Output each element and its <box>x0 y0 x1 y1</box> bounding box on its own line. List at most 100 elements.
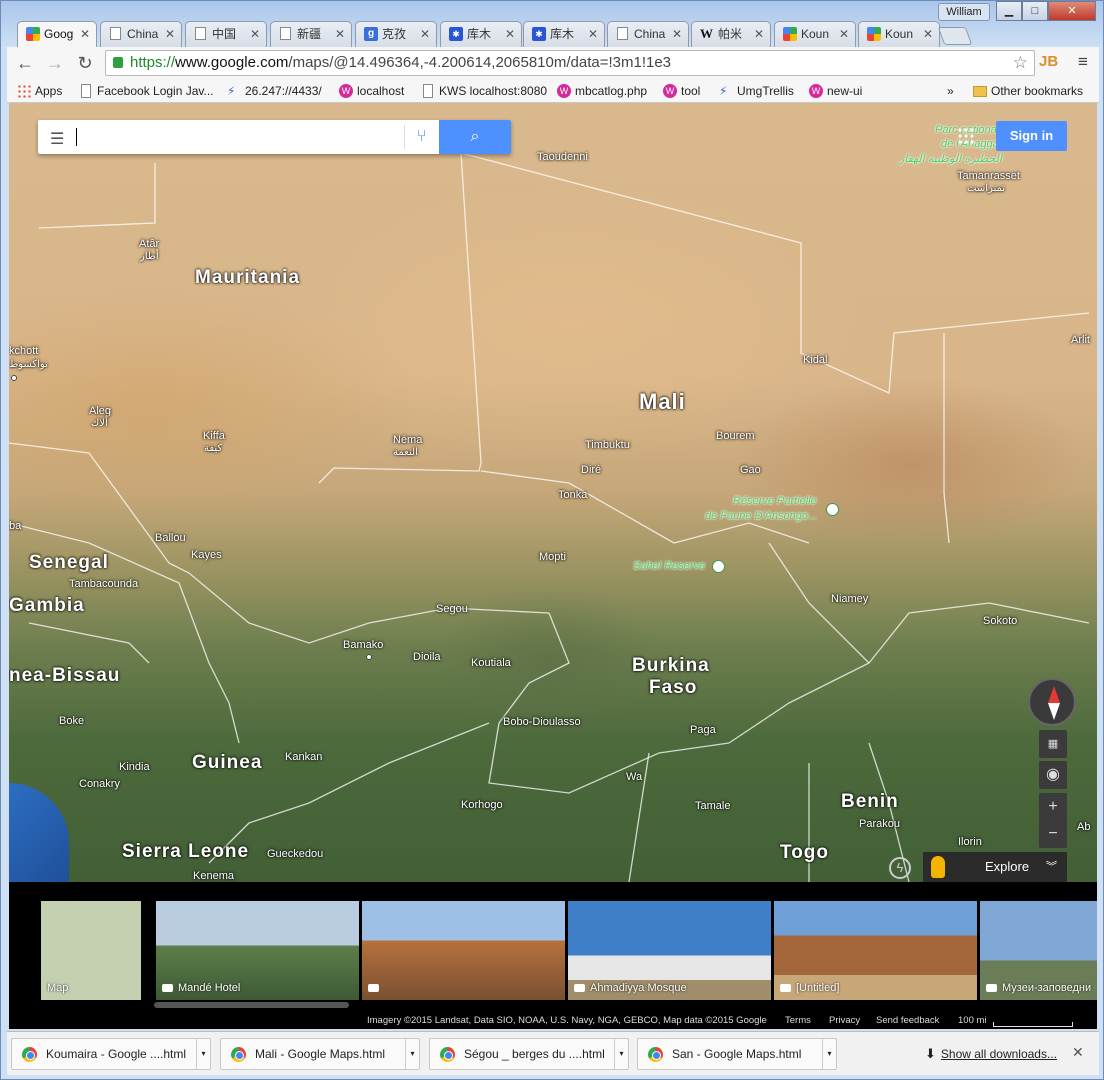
link-icon: ⚡ <box>719 84 728 98</box>
bookmark-tool[interactable]: Wtool <box>663 82 700 100</box>
address-bar[interactable]: https://www.google.com/maps/@14.496364,-… <box>105 50 1035 76</box>
layers-icon[interactable]: ▦ <box>1039 730 1067 758</box>
label-tambacounda: Tambacounda <box>69 578 139 590</box>
my-location-icon[interactable]: ◉ <box>1039 761 1067 789</box>
bookmark-mbcatlog[interactable]: Wmbcatlog.php <box>557 82 647 100</box>
maximize-button[interactable]: □ <box>1022 1 1048 21</box>
label-tonka: Tonka <box>558 489 588 501</box>
back-arrow-icon[interactable]: ← <box>13 51 37 75</box>
zoom-in-button[interactable]: + <box>1039 793 1067 821</box>
tab-china-2[interactable]: China ✕ <box>607 21 689 47</box>
close-tab-icon[interactable]: ✕ <box>420 22 430 46</box>
tab-label: 帕米 <box>718 27 743 41</box>
privacy-link[interactable]: Privacy <box>829 1013 860 1029</box>
label-togo: Togo <box>780 842 830 863</box>
bookmark-ip[interactable]: ⚡ 26.247://4433/ <box>227 82 322 100</box>
new-tab-button[interactable] <box>937 27 973 45</box>
tab-maps-active[interactable]: Goog ✕ <box>17 21 97 47</box>
close-downloads-bar-icon[interactable]: ✕ <box>1072 1044 1084 1061</box>
download-item[interactable]: Mali - Google Maps.html ▾ <box>220 1038 420 1070</box>
search-button[interactable]: ⌕ <box>439 120 511 154</box>
close-tab-icon[interactable]: ✕ <box>80 22 90 46</box>
close-tab-icon[interactable]: ✕ <box>672 22 682 46</box>
dropdown-arrow-icon[interactable]: ▾ <box>822 1039 836 1069</box>
close-tab-icon[interactable]: ✕ <box>754 22 764 46</box>
star-icon[interactable]: ☆ <box>1013 51 1028 75</box>
download-item[interactable]: Ségou _ berges du ....html ▾ <box>429 1038 629 1070</box>
bookmark-new-ui[interactable]: Wnew-ui <box>809 82 862 100</box>
terms-link[interactable]: Terms <box>785 1013 811 1029</box>
pegman-icon[interactable] <box>931 856 945 878</box>
photo-strip-scrollbar[interactable] <box>154 1002 349 1008</box>
tab-china[interactable]: China ✕ <box>100 21 182 47</box>
label-conakry: Conakry <box>79 778 120 790</box>
dropdown-arrow-icon[interactable]: ▾ <box>196 1039 210 1069</box>
explore-bar[interactable]: Explore ︾ <box>923 852 1067 882</box>
label-nema: Néma <box>393 434 423 446</box>
directions-icon[interactable]: ⑂ <box>404 125 438 149</box>
other-bookmarks[interactable]: Other bookmarks <box>973 82 1083 100</box>
thumbnail-mande-hotel[interactable]: Mandé Hotel <box>156 901 359 1000</box>
label-sahel-reserve: Sahel Reserve <box>633 560 706 572</box>
bookmarks-overflow[interactable]: » <box>947 82 954 100</box>
close-tab-icon[interactable]: ✕ <box>165 22 175 46</box>
chrome-icon <box>22 1047 37 1062</box>
forward-arrow-icon[interactable]: → <box>43 51 67 75</box>
tab-kumu-1[interactable]: ✱ 库木 ✕ <box>440 21 522 47</box>
browser-toolbar: ← → ↻ https://www.google.com/maps/@14.49… <box>7 47 1099 79</box>
download-item[interactable]: San - Google Maps.html ▾ <box>637 1038 837 1070</box>
city-dot <box>11 375 17 381</box>
label-park-ahaggar-arabic: الحظيرة الوطنية الهقار <box>899 153 1002 165</box>
jetbrains-extension-icon[interactable]: JB <box>1039 51 1061 73</box>
close-tab-icon[interactable]: ✕ <box>588 22 598 46</box>
thumbnail-ahmadiyya-mosque[interactable]: Ahmadiyya Mosque <box>568 901 771 1000</box>
close-tab-icon[interactable]: ✕ <box>250 22 260 46</box>
tab-kumu-2[interactable]: ✱ 库木 ✕ <box>523 21 605 47</box>
thumbnail-map[interactable]: Map <box>41 901 141 1000</box>
tab-koun-1[interactable]: Koun ✕ <box>774 21 856 47</box>
close-tab-icon[interactable]: ✕ <box>505 22 515 46</box>
dropdown-arrow-icon[interactable]: ▾ <box>614 1039 628 1069</box>
hamburger-menu-icon[interactable]: ☰ <box>50 129 64 149</box>
close-tab-icon[interactable]: ✕ <box>335 22 345 46</box>
bookmark-localhost[interactable]: Wlocalhost <box>339 82 404 100</box>
label-tamanrasset-arabic: تمنراست <box>967 183 1006 194</box>
tab-zhongguo[interactable]: 中国 ✕ <box>185 21 267 47</box>
download-item[interactable]: Koumaira - Google ....html ▾ <box>11 1038 211 1070</box>
tab-koun-2[interactable]: Koun ✕ <box>858 21 940 47</box>
close-tab-icon[interactable]: ✕ <box>839 22 849 46</box>
zoom-out-button[interactable]: − <box>1039 820 1067 848</box>
thumbnail-museum[interactable]: Музеи-заповедни <box>980 901 1097 1000</box>
compass-icon[interactable] <box>1028 678 1076 726</box>
reload-icon[interactable]: ↻ <box>73 51 97 75</box>
lightning-icon[interactable]: ϟ <box>889 857 911 879</box>
minimize-button[interactable]: ▁ <box>996 1 1022 21</box>
bookmark-facebook[interactable]: Facebook Login Jav... <box>79 82 214 100</box>
google-apps-icon[interactable] <box>957 127 975 145</box>
sign-in-button[interactable]: Sign in <box>996 121 1067 151</box>
label-mopti: Mopti <box>539 551 566 563</box>
search-input[interactable] <box>74 122 434 152</box>
profile-button[interactable]: William <box>938 3 990 21</box>
tab-pami[interactable]: W 帕米 ✕ <box>691 21 771 47</box>
thumbnail-caption: [Untitled] <box>796 982 840 994</box>
document-icon <box>81 84 91 98</box>
send-feedback-link[interactable]: Send feedback <box>876 1013 939 1029</box>
label-koutiala: Koutiala <box>471 657 511 669</box>
tab-xinjiang[interactable]: 新疆 ✕ <box>270 21 352 47</box>
label-gueckedou: Gueckedou <box>267 848 324 860</box>
dropdown-arrow-icon[interactable]: ▾ <box>405 1039 419 1069</box>
tab-kezi[interactable]: g 克孜 ✕ <box>355 21 437 47</box>
chevron-down-icon[interactable]: ︾ <box>1046 852 1057 882</box>
close-window-button[interactable]: ✕ <box>1048 1 1096 21</box>
menu-icon[interactable]: ≡ <box>1073 51 1093 73</box>
bookmark-apps[interactable]: Apps <box>17 82 62 100</box>
show-all-downloads-link[interactable]: ⬇ Show all downloads... <box>925 1046 1057 1062</box>
map-canvas[interactable]: Mauritania Mali Senegal Gambia nea-Bissa… <box>9 103 1097 882</box>
bookmark-kws[interactable]: KWS localhost:8080 <box>421 82 547 100</box>
close-tab-icon[interactable]: ✕ <box>923 22 933 46</box>
thumbnail-mosque[interactable] <box>362 901 565 1000</box>
document-icon <box>423 84 433 98</box>
bookmark-umgtrellis[interactable]: ⚡ UmgTrellis <box>719 82 794 100</box>
thumbnail-untitled[interactable]: [Untitled] <box>774 901 977 1000</box>
